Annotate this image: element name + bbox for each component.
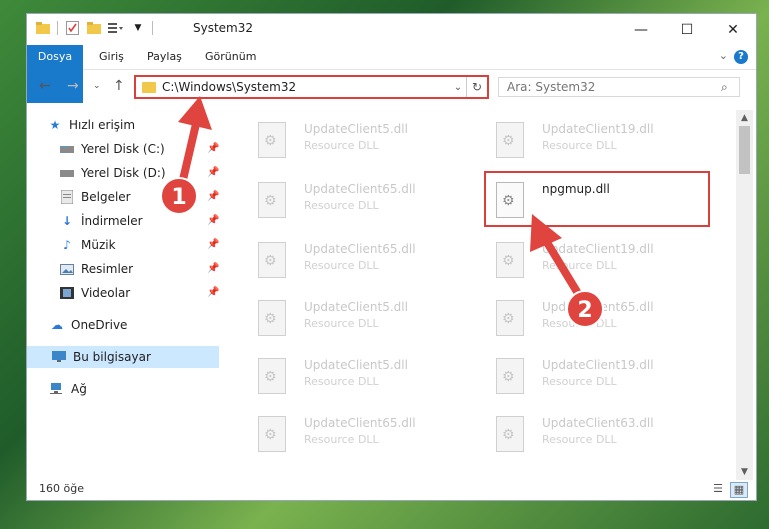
arrow-2-icon	[530, 214, 586, 304]
arrow-1-icon	[178, 96, 212, 188]
step-badge-1: 1	[160, 177, 198, 215]
annotation-arrows	[178, 96, 586, 304]
step-badge-2: 2	[566, 290, 604, 328]
